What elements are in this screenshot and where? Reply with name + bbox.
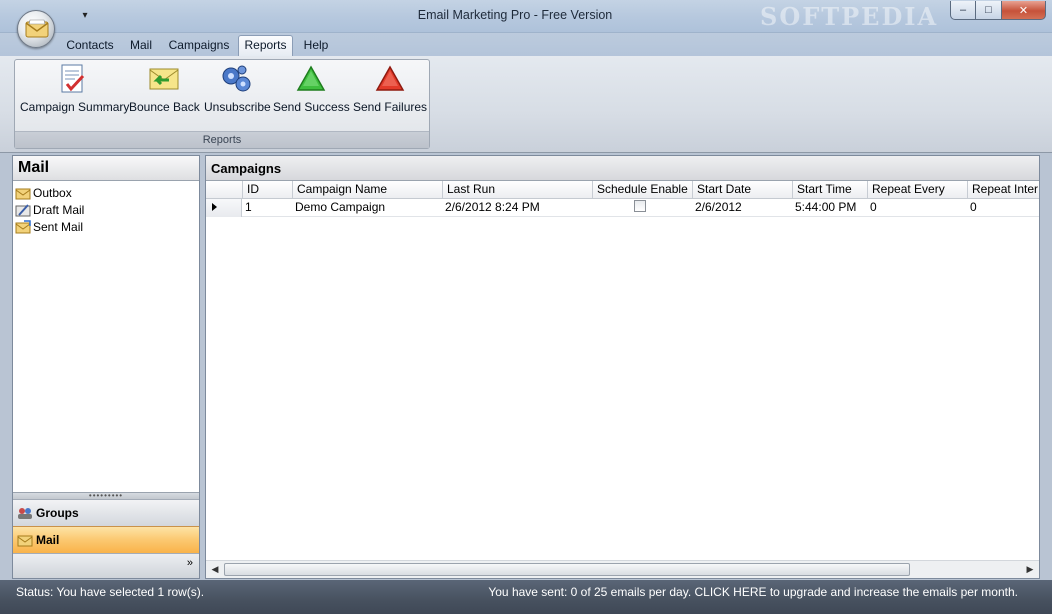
scroll-left-icon[interactable]: ◀ [207, 562, 223, 577]
column-header-repeat-every[interactable]: Repeat Every [867, 181, 967, 198]
unsubscribe-button[interactable]: Unsubscribe [204, 62, 271, 116]
nav-pane-splitter[interactable]: ••••••••• [13, 492, 199, 500]
column-header-repeat-interval[interactable]: Repeat Inter [967, 181, 1039, 198]
cell-repeat-interval: 0 [970, 200, 977, 214]
horizontal-scrollbar[interactable]: ◀ ▶ [206, 560, 1039, 578]
nav-pane-footer: » [13, 553, 199, 578]
campaign-summary-button[interactable]: Campaign Summary [20, 62, 130, 116]
cell-campaign-name: Demo Campaign [295, 200, 386, 214]
tree-item-outbox[interactable]: Outbox [15, 184, 84, 201]
bounce-back-label: Bounce Back [129, 100, 200, 114]
row-selector[interactable] [206, 199, 242, 217]
cell-start-time: 5:44:00 PM [795, 200, 857, 214]
tab-mail[interactable]: Mail [126, 37, 156, 57]
campaigns-panel: Campaigns ID Campaign Name Last Run Sche… [205, 155, 1040, 579]
tree-item-label: Draft Mail [33, 202, 85, 217]
cell-start-date: 2/6/2012 [695, 200, 742, 214]
tab-contacts[interactable]: Contacts [62, 37, 118, 57]
application-menu-button[interactable] [17, 10, 55, 48]
cell-last-run: 2/6/2012 8:24 PM [445, 200, 540, 214]
table-row[interactable]: 1 Demo Campaign 2/6/2012 8:24 PM 2/6/201… [206, 199, 1039, 217]
column-header-last-run[interactable]: Last Run [442, 181, 592, 198]
send-success-button[interactable]: Send Success [273, 62, 350, 116]
window-controls: ‒ □ ✕ [950, 1, 1046, 21]
maximize-button[interactable]: □ [976, 1, 1002, 20]
sent-mail-icon [15, 219, 31, 233]
close-button[interactable]: ✕ [1002, 1, 1046, 20]
campaigns-header: Campaigns [206, 156, 1039, 181]
tab-campaigns[interactable]: Campaigns [166, 37, 232, 57]
navigation-pane: Mail Outbox Draft Mail Sent Mail •••••••… [12, 155, 200, 579]
watermark: SOFTPEDIA [760, 2, 939, 31]
column-header-start-date[interactable]: Start Date [692, 181, 792, 198]
campaign-summary-label: Campaign Summary [20, 100, 130, 114]
campaign-summary-icon [61, 64, 85, 93]
send-failures-icon [375, 65, 405, 91]
scroll-thumb[interactable] [224, 563, 910, 576]
cell-repeat-every: 0 [870, 200, 877, 214]
minimize-button[interactable]: ‒ [950, 1, 976, 20]
nav-button-mail[interactable]: Mail [13, 526, 199, 553]
unsubscribe-icon [222, 65, 251, 92]
tree-item-sent-mail[interactable]: Sent Mail [15, 218, 84, 235]
column-header-id[interactable]: ID [242, 181, 292, 198]
scroll-right-icon[interactable]: ▶ [1022, 562, 1038, 577]
send-success-label: Send Success [273, 100, 350, 114]
ribbon: Campaign Summary Bounce Back Unsubscribe [0, 56, 1052, 153]
column-header-campaign-name[interactable]: Campaign Name [292, 181, 442, 198]
schedule-enable-checkbox[interactable] [634, 200, 646, 212]
bounce-back-button[interactable]: Bounce Back [129, 62, 200, 116]
mail-folder-tree: Outbox Draft Mail Sent Mail [15, 184, 84, 235]
nav-pane-header: Mail [13, 156, 199, 181]
draft-mail-icon [15, 203, 31, 216]
status-selection-text: Status: You have selected 1 row(s). [16, 585, 205, 599]
bounce-back-icon [149, 68, 179, 90]
tree-item-label: Outbox [33, 185, 72, 200]
column-header-schedule-enable[interactable]: Schedule Enable [592, 181, 692, 198]
title-bar: ▾ Email Marketing Pro - Free Version SOF… [0, 0, 1052, 33]
status-bar: Status: You have selected 1 row(s). You … [0, 580, 1052, 614]
ribbon-group-label: Reports [15, 131, 429, 148]
nav-button-label: Groups [36, 506, 79, 520]
expand-chevron-icon[interactable]: » [187, 557, 193, 569]
unsubscribe-label: Unsubscribe [204, 100, 271, 114]
send-failures-label: Send Failures [353, 100, 428, 114]
outbox-icon [15, 188, 31, 199]
envelope-icon [25, 19, 49, 38]
menu-bar: Contacts Mail Campaigns Reports Help [0, 33, 1052, 57]
mail-icon [17, 535, 33, 547]
upgrade-link[interactable]: You have sent: 0 of 25 emails per day. C… [488, 585, 1018, 599]
tab-help[interactable]: Help [300, 37, 332, 57]
nav-button-label: Mail [36, 533, 60, 547]
column-header-start-time[interactable]: Start Time [792, 181, 867, 198]
nav-button-groups[interactable]: Groups [13, 499, 199, 526]
grid-header-row: ID Campaign Name Last Run Schedule Enabl… [206, 181, 1039, 199]
tree-item-draft-mail[interactable]: Draft Mail [15, 201, 84, 218]
tab-reports[interactable]: Reports [238, 35, 293, 57]
tree-item-label: Sent Mail [33, 219, 84, 234]
ribbon-group-reports: Campaign Summary Bounce Back Unsubscribe [14, 59, 430, 149]
groups-icon [18, 508, 32, 519]
cell-id: 1 [245, 200, 252, 214]
send-success-icon [296, 65, 326, 91]
send-failures-button[interactable]: Send Failures [353, 62, 427, 116]
